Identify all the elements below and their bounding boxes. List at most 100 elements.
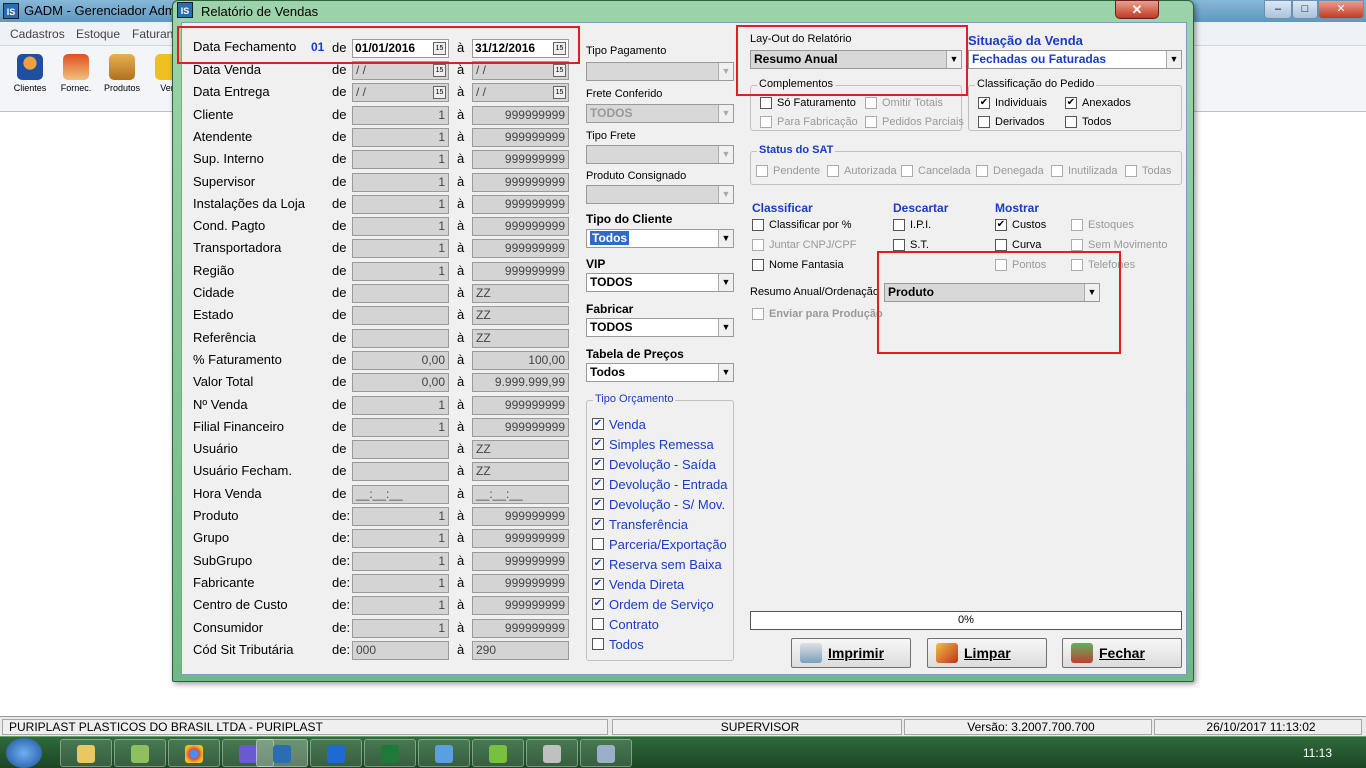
sat-denegada-checkbox[interactable]: Denegada xyxy=(976,165,1044,178)
tipo-pagamento-select[interactable]: ▼ xyxy=(586,62,734,81)
taskbar-explorer[interactable] xyxy=(60,739,112,767)
sup-interno-to-input[interactable]: 999999999 xyxy=(472,150,569,170)
sat-inutilizada-checkbox[interactable]: Inutilizada xyxy=(1051,165,1118,178)
sup-interno-from-input[interactable]: 1 xyxy=(352,150,449,170)
hora-venda-to-input[interactable]: __:__:__ xyxy=(472,484,569,504)
sat-todas-checkbox[interactable]: Todas xyxy=(1125,165,1171,178)
para-fabricacao-checkbox[interactable]: Para Fabricação xyxy=(760,116,858,129)
cond-pagto-from-input[interactable]: 1 xyxy=(352,217,449,237)
toolbar-clientes[interactable]: Clientes xyxy=(8,54,52,93)
maximize-button[interactable]: □ xyxy=(1292,0,1318,19)
consumidor-from-input[interactable]: 1 xyxy=(352,618,449,638)
data-entrega-from-input[interactable]: / / 15 xyxy=(352,83,449,103)
regia-o-from-input[interactable]: 1 xyxy=(352,261,449,281)
todos-pedido-checkbox[interactable]: Todos xyxy=(1065,116,1111,129)
grupo-to-input[interactable]: 999999999 xyxy=(472,529,569,549)
atendente-from-input[interactable]: 1 xyxy=(352,127,449,147)
supervisor-to-input[interactable]: 999999999 xyxy=(472,172,569,192)
cidade-to-input[interactable]: ZZ xyxy=(472,284,569,303)
instalac-o-es-da-loja-to-input[interactable]: 999999999 xyxy=(472,194,569,214)
estado-to-input[interactable]: ZZ xyxy=(472,306,569,326)
consumidor-to-input[interactable]: 999999999 xyxy=(472,618,569,638)
orcamento-parceria-exportac-a-o-checkbox[interactable]: Parceria/Exportação xyxy=(592,537,727,552)
taskbar-app9[interactable] xyxy=(472,739,524,767)
estoques-checkbox[interactable]: Estoques xyxy=(1071,219,1134,232)
taskbar-excel[interactable] xyxy=(364,739,416,767)
calendar-icon[interactable]: 15 xyxy=(433,64,446,77)
tabela-precos-select[interactable]: Todos ▼ xyxy=(586,363,734,382)
app-close-button[interactable]: ✕ xyxy=(1318,0,1364,19)
faturamento-from-input[interactable]: 0,00 xyxy=(352,350,449,370)
menu-faturamento[interactable]: Faturan xyxy=(132,27,173,41)
pedidos-parciais-checkbox[interactable]: Pedidos Parciais xyxy=(865,116,964,129)
orcamento-simples-remessa-checkbox[interactable]: ✔ Simples Remessa xyxy=(592,437,714,452)
hora-venda-from-input[interactable]: __:__:__ xyxy=(352,484,449,504)
nome-fantasia-checkbox[interactable]: Nome Fantasia xyxy=(752,259,844,272)
cliente-to-input[interactable]: 999999999 xyxy=(472,105,569,125)
produto-from-input[interactable]: 1 xyxy=(352,507,449,526)
n-venda-to-input[interactable]: 999999999 xyxy=(472,395,569,415)
sat-pendente-checkbox[interactable]: Pendente xyxy=(756,165,820,178)
taskbar-app2[interactable] xyxy=(114,739,166,767)
derivados-checkbox[interactable]: Derivados xyxy=(978,116,1045,129)
n-venda-from-input[interactable]: 1 xyxy=(352,395,449,415)
orcamento-venda-checkbox[interactable]: ✔ Venda xyxy=(592,417,646,432)
orcamento-devoluc-a-o-sai-da-checkbox[interactable]: ✔ Devolução - Saída xyxy=(592,457,716,472)
taskbar-gadm[interactable] xyxy=(256,739,308,767)
regia-o-to-input[interactable]: 999999999 xyxy=(472,261,569,281)
cidade-from-input[interactable] xyxy=(352,284,449,303)
taskbar-chrome[interactable] xyxy=(168,739,220,767)
clear-button[interactable]: Limpar xyxy=(927,638,1047,668)
toolbar-produtos[interactable]: Produtos xyxy=(100,54,144,93)
orcamento-ordem-de-servic-o-checkbox[interactable]: ✔ Ordem de Serviço xyxy=(592,597,714,612)
estado-from-input[interactable] xyxy=(352,306,449,326)
individuais-checkbox[interactable]: ✔ Individuais xyxy=(978,97,1047,110)
menu-estoque[interactable]: Estoque xyxy=(76,27,120,41)
co-d-sit-tributa-ria-to-input[interactable]: 290 xyxy=(472,640,569,660)
tipo-frete-select[interactable]: ▼ xyxy=(586,145,734,164)
orcamento-venda-direta-checkbox[interactable]: ✔ Venda Direta xyxy=(592,577,684,592)
usua-rio-from-input[interactable] xyxy=(352,440,449,460)
refere-ncia-to-input[interactable]: ZZ xyxy=(472,328,569,348)
sat-autorizada-checkbox[interactable]: Autorizada xyxy=(827,165,897,178)
omitir-totais-checkbox[interactable]: Omitir Totais xyxy=(865,97,943,110)
juntar-cnpj-checkbox[interactable]: Juntar CNPJ/CPF xyxy=(752,239,856,252)
fabricante-to-input[interactable]: 999999999 xyxy=(472,573,569,593)
print-button[interactable]: Imprimir xyxy=(791,638,911,668)
co-d-sit-tributa-ria-from-input[interactable]: 000 xyxy=(352,640,449,660)
enviar-producao-checkbox[interactable]: Enviar para Produção xyxy=(752,308,883,321)
so-faturamento-checkbox[interactable]: Só Faturamento xyxy=(760,97,856,110)
close-button[interactable]: Fechar xyxy=(1062,638,1182,668)
tipo-cliente-select[interactable]: Todos ▼ xyxy=(586,229,734,248)
transportadora-to-input[interactable]: 999999999 xyxy=(472,239,569,259)
custos-checkbox[interactable]: ✔ Custos xyxy=(995,219,1046,232)
subgrupo-to-input[interactable]: 999999999 xyxy=(472,551,569,571)
menu-cadastros[interactable]: Cadastros xyxy=(10,27,65,41)
orcamento-devoluc-a-o-s-mov-checkbox[interactable]: ✔ Devolução - S/ Mov. xyxy=(592,497,725,512)
subgrupo-from-input[interactable]: 1 xyxy=(352,551,449,571)
start-button[interactable] xyxy=(6,738,42,768)
grupo-from-input[interactable]: 1 xyxy=(352,529,449,549)
refere-ncia-from-input[interactable] xyxy=(352,328,449,348)
centro-de-custo-to-input[interactable]: 999999999 xyxy=(472,596,569,616)
calendar-icon[interactable]: 15 xyxy=(433,86,446,100)
anexados-checkbox[interactable]: ✔ Anexados xyxy=(1065,97,1131,110)
calendar-icon[interactable]: 15 xyxy=(553,86,566,100)
cliente-from-input[interactable]: 1 xyxy=(352,105,449,125)
sat-cancelada-checkbox[interactable]: Cancelada xyxy=(901,165,971,178)
faturamento-to-input[interactable]: 100,00 xyxy=(472,350,569,370)
fabricar-select[interactable]: TODOS ▼ xyxy=(586,318,734,337)
atendente-to-input[interactable]: 999999999 xyxy=(472,127,569,147)
transportadora-from-input[interactable]: 1 xyxy=(352,239,449,259)
filial-financeiro-from-input[interactable]: 1 xyxy=(352,417,449,437)
filial-financeiro-to-input[interactable]: 999999999 xyxy=(472,417,569,437)
instalac-o-es-da-loja-from-input[interactable]: 1 xyxy=(352,194,449,214)
cond-pagto-to-input[interactable]: 999999999 xyxy=(472,217,569,237)
usua-rio-fecham-to-input[interactable]: ZZ xyxy=(472,462,569,482)
centro-de-custo-from-input[interactable]: 1 xyxy=(352,596,449,616)
calendar-icon[interactable]: 15 xyxy=(553,64,566,77)
usua-rio-to-input[interactable]: ZZ xyxy=(472,440,569,460)
toolbar-fornec[interactable]: Fornec. xyxy=(54,54,98,93)
usua-rio-fecham-from-input[interactable] xyxy=(352,462,449,482)
situacao-select[interactable]: Fechadas ou Faturadas ▼ xyxy=(968,50,1182,69)
